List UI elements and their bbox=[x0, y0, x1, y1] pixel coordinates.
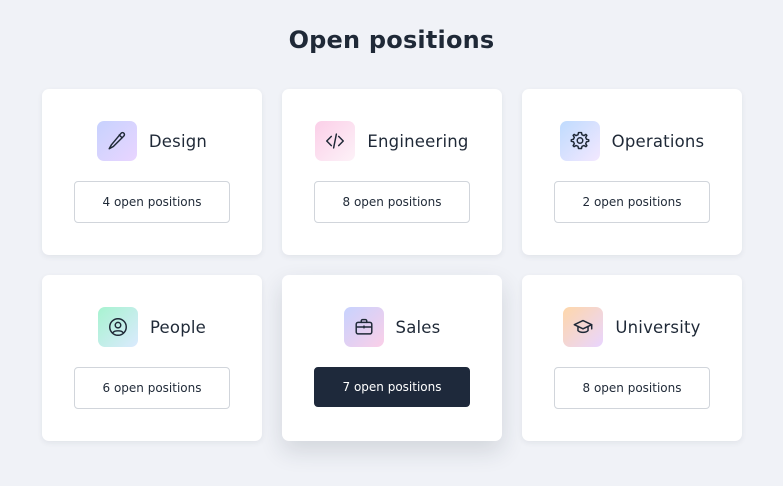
department-header: University bbox=[563, 307, 700, 347]
department-header: People bbox=[97, 307, 207, 347]
department-header: Design bbox=[96, 121, 208, 161]
department-title: Design bbox=[148, 131, 208, 151]
page-title: Open positions bbox=[288, 26, 495, 54]
department-header: Operations bbox=[559, 121, 705, 161]
sales-open-positions-button[interactable]: 7 open positions bbox=[314, 367, 470, 407]
graduation-cap-icon bbox=[563, 307, 604, 347]
operations-open-positions-button[interactable]: 2 open positions bbox=[554, 181, 710, 223]
gear-icon bbox=[559, 121, 600, 161]
department-title: Operations bbox=[611, 131, 705, 151]
briefcase-icon bbox=[343, 307, 384, 347]
design-open-positions-button[interactable]: 4 open positions bbox=[74, 181, 230, 223]
department-header: Engineering bbox=[315, 121, 468, 161]
department-card-engineering: Engineering 8 open positions bbox=[282, 89, 502, 255]
department-card-sales: Sales 7 open positions bbox=[282, 275, 502, 441]
user-circle-icon bbox=[97, 307, 138, 347]
department-header: Sales bbox=[343, 307, 441, 347]
department-title: People bbox=[149, 317, 207, 337]
departments-grid: Design 4 open positions Engineering 8 op… bbox=[42, 89, 742, 441]
code-icon bbox=[315, 121, 356, 161]
department-title: Engineering bbox=[367, 131, 469, 151]
department-title: Sales bbox=[395, 317, 441, 337]
department-card-design: Design 4 open positions bbox=[42, 89, 262, 255]
pencil-icon bbox=[96, 121, 137, 161]
department-card-university: University 8 open positions bbox=[522, 275, 742, 441]
department-card-people: People 6 open positions bbox=[42, 275, 262, 441]
engineering-open-positions-button[interactable]: 8 open positions bbox=[314, 181, 470, 223]
people-open-positions-button[interactable]: 6 open positions bbox=[74, 367, 230, 409]
department-title: University bbox=[615, 317, 701, 337]
department-card-operations: Operations 2 open positions bbox=[522, 89, 742, 255]
university-open-positions-button[interactable]: 8 open positions bbox=[554, 367, 710, 409]
